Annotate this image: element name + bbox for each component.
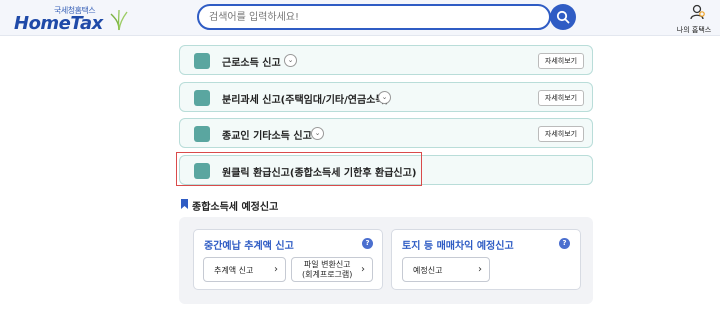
button-label-line1: 파일 변환신고 bbox=[303, 260, 351, 269]
help-icon[interactable]: ? bbox=[559, 238, 570, 249]
my-hometax-button[interactable]: 나의 홈택스 bbox=[676, 4, 720, 34]
button-label: 파일 변환신고 (회계프로그램) bbox=[302, 260, 352, 280]
document-icon bbox=[194, 53, 210, 69]
chevron-right-icon: › bbox=[478, 264, 482, 275]
row-separate-taxation[interactable]: 분리과세 신고(주택임대/기타/연금소득) ⌄ 자세히보기 bbox=[179, 82, 593, 112]
detail-button[interactable]: 자세히보기 bbox=[538, 90, 584, 106]
search-input[interactable] bbox=[209, 9, 529, 25]
row-label: 분리과세 신고(주택임대/기타/연금소득) bbox=[222, 95, 390, 106]
help-icon[interactable]: ? bbox=[362, 238, 373, 249]
search-button[interactable] bbox=[550, 4, 576, 30]
highlight-box bbox=[176, 152, 422, 186]
preliminary-filing-button[interactable]: 예정신고 › bbox=[402, 257, 490, 282]
button-label: 추계액 신고 bbox=[214, 266, 254, 275]
chevron-right-icon: › bbox=[361, 264, 365, 275]
button-label-line2: (회계프로그램) bbox=[302, 270, 353, 279]
search-icon bbox=[556, 10, 570, 24]
my-hometax-label: 나의 홈택스 bbox=[676, 26, 712, 34]
button-label: 예정신고 bbox=[413, 266, 443, 275]
hometax-logo[interactable]: 국세청홈택스 HomeTax bbox=[12, 4, 128, 34]
row-label: 종교인 기타소득 신고 bbox=[222, 131, 312, 142]
leaf-icon bbox=[110, 9, 128, 31]
row-earned-income[interactable]: 근로소득 신고 ⌄ 자세히보기 bbox=[179, 45, 593, 75]
logo-title: HomeTax bbox=[14, 13, 103, 34]
chevron-down-icon[interactable]: ⌄ bbox=[284, 54, 297, 67]
card-title: 토지 등 매매차익 예정신고 bbox=[402, 241, 514, 252]
row-label: 근로소득 신고 bbox=[222, 58, 281, 69]
row-religious-income[interactable]: 종교인 기타소득 신고 ⌄ 자세히보기 bbox=[179, 118, 593, 148]
chevron-right-icon: › bbox=[274, 264, 278, 275]
estimate-filing-button[interactable]: 추계액 신고 › bbox=[203, 257, 286, 282]
card-land-trading: 토지 등 매매차익 예정신고 ? 예정신고 › bbox=[391, 229, 581, 290]
detail-button[interactable]: 자세히보기 bbox=[538, 126, 584, 142]
card-interim-prepayment: 중간예납 추계액 신고 ? 추계액 신고 › 파일 변환신고 (회계프로그램) … bbox=[193, 229, 383, 290]
user-search-icon bbox=[690, 4, 705, 20]
document-icon bbox=[194, 126, 210, 142]
document-icon bbox=[194, 90, 210, 106]
bookmark-icon bbox=[181, 199, 188, 209]
card-title: 중간예납 추계액 신고 bbox=[204, 241, 294, 252]
detail-button[interactable]: 자세히보기 bbox=[538, 53, 584, 69]
search-bar bbox=[197, 4, 551, 30]
chevron-down-icon[interactable]: ⌄ bbox=[378, 91, 391, 104]
chevron-down-icon[interactable]: ⌄ bbox=[311, 127, 324, 140]
section-title: 종합소득세 예정신고 bbox=[192, 202, 279, 213]
file-conversion-button[interactable]: 파일 변환신고 (회계프로그램) › bbox=[291, 257, 373, 282]
